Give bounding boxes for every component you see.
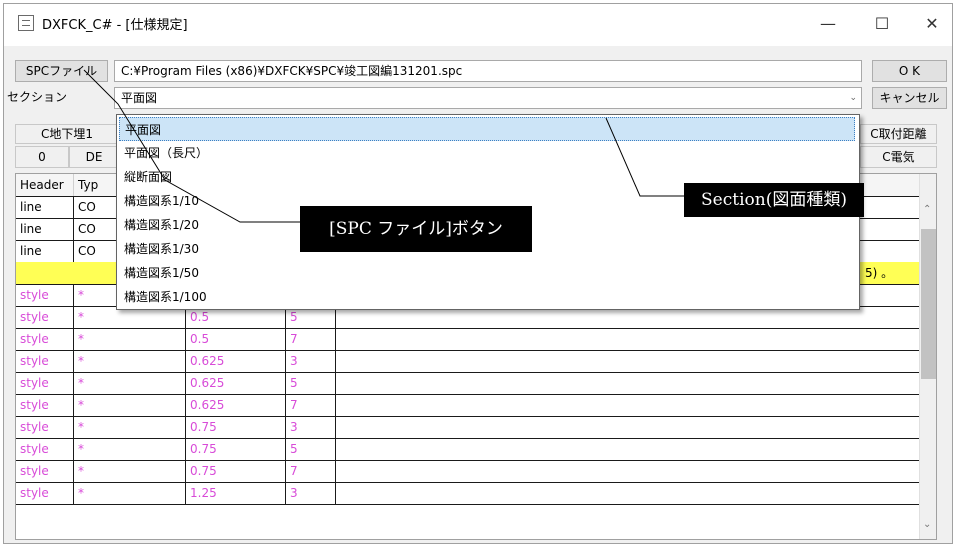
section-callout: Section(図面種類) (684, 183, 864, 217)
spc-button-callout: [SPC ファイル]ボタン (300, 206, 532, 252)
section-callout-line (605, 117, 684, 197)
spc-callout-line (83, 69, 300, 223)
annotation-lines (83, 69, 684, 223)
